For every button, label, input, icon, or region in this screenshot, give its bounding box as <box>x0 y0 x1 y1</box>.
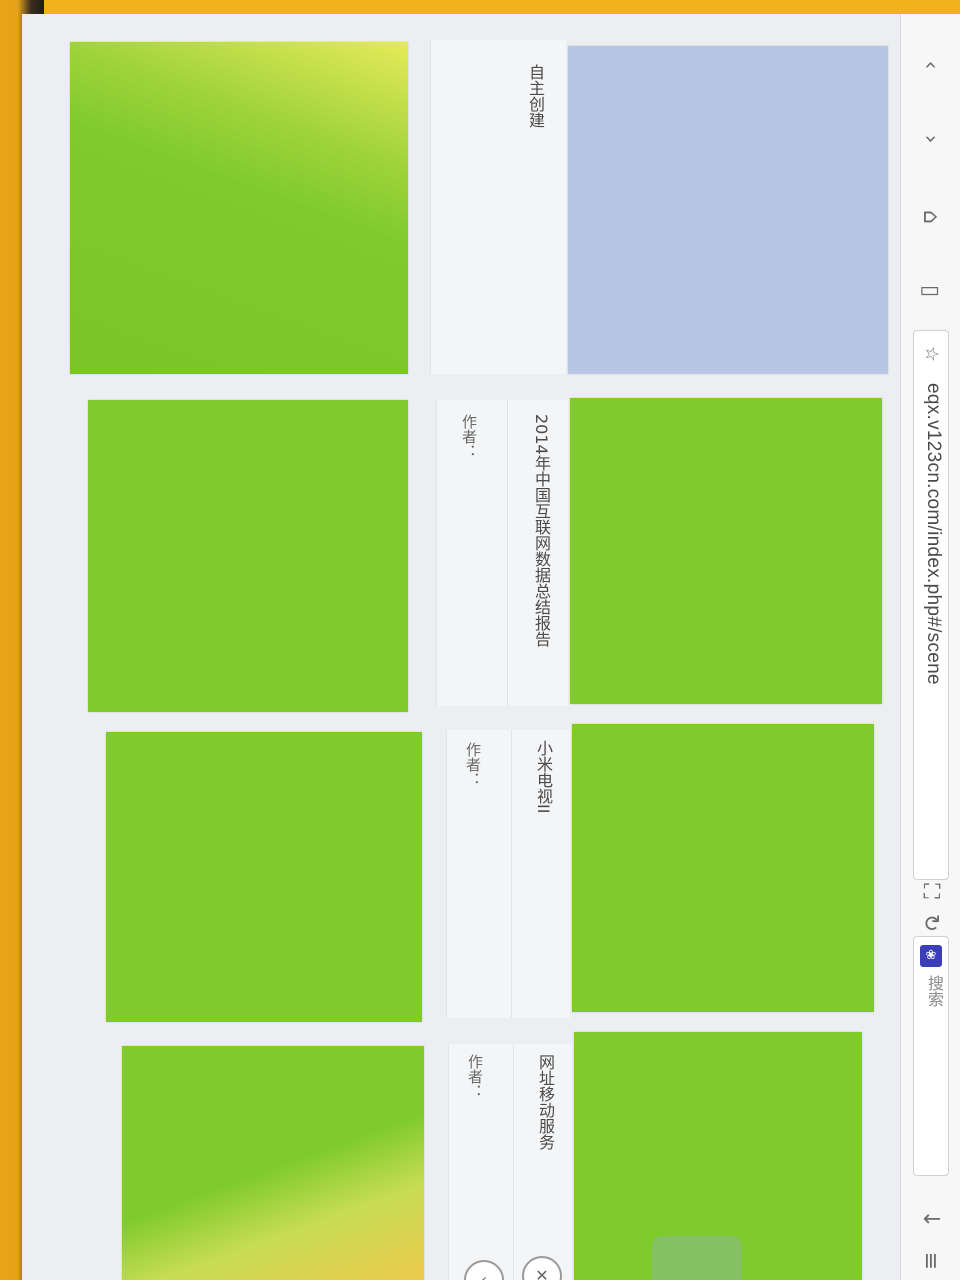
home-icon[interactable]: ⌂ <box>915 202 945 232</box>
download-icon[interactable]: ↓ <box>915 1204 945 1234</box>
scene-title[interactable]: 网址移动服务 <box>533 1054 557 1150</box>
scene-title[interactable]: 2014年中国互联网数据总结报告 <box>529 414 553 647</box>
browser-toolbar: ‹ › ⌂ ▯ ☆ eqx.v123cn.com/index.php#/scen… <box>900 14 960 1280</box>
scene-author-label: 作者： <box>464 742 482 787</box>
back-icon[interactable]: ‹ <box>915 50 945 80</box>
scene-author-label: 作者： <box>460 414 478 459</box>
menu-icon[interactable]: ≡ <box>915 1246 945 1276</box>
bookmarks-icon[interactable]: ▯ <box>915 276 945 306</box>
floating-action-button[interactable] <box>652 1236 742 1280</box>
star-icon[interactable]: ☆ <box>916 339 946 369</box>
fullscreen-icon[interactable]: ⛶ <box>915 876 945 906</box>
scene-card-info[interactable]: 2014年中国互联网数据总结报告 作者： <box>436 400 568 706</box>
divider <box>511 730 512 1018</box>
address-bar[interactable]: ☆ eqx.v123cn.com/index.php#/scene <box>913 330 949 880</box>
search-label: 搜索 <box>925 975 944 1007</box>
url-text[interactable]: eqx.v123cn.com/index.php#/scene <box>922 383 944 685</box>
search-box[interactable]: ❀ 搜索 <box>913 936 949 1176</box>
scene-thumbnail[interactable] <box>572 724 874 1012</box>
scene-thumbnail-left[interactable] <box>70 42 408 374</box>
scene-thumbnail-left[interactable] <box>88 400 408 712</box>
baidu-icon: ❀ <box>920 945 942 967</box>
create-scene-thumbnail[interactable] <box>568 46 888 374</box>
create-scene-label: 自主创建 <box>526 64 545 128</box>
scene-thumbnail-left[interactable] <box>122 1046 424 1280</box>
divider <box>507 400 508 706</box>
divider <box>513 1044 514 1280</box>
scene-thumbnail-left[interactable] <box>106 732 422 1022</box>
refresh-icon[interactable]: ↻ <box>915 908 945 938</box>
create-scene-panel[interactable]: 自主创建 <box>430 40 566 374</box>
scene-card-info[interactable]: 小米电视II 作者： <box>446 730 570 1018</box>
scene-grid: 自主创建 2014年中国互联网数据总结报告 作者： 小米电视II 作者： 网址移… <box>44 24 896 1280</box>
scene-title[interactable]: 小米电视II <box>531 740 555 813</box>
scene-card-info[interactable]: 网址移动服务 作者： <box>448 1044 572 1280</box>
scene-author-label: 作者： <box>466 1054 484 1099</box>
scene-thumbnail[interactable] <box>570 398 882 704</box>
browser-screen: 自主创建 2014年中国互联网数据总结报告 作者： 小米电视II 作者： 网址移… <box>22 14 960 1280</box>
forward-icon[interactable]: › <box>915 124 945 154</box>
